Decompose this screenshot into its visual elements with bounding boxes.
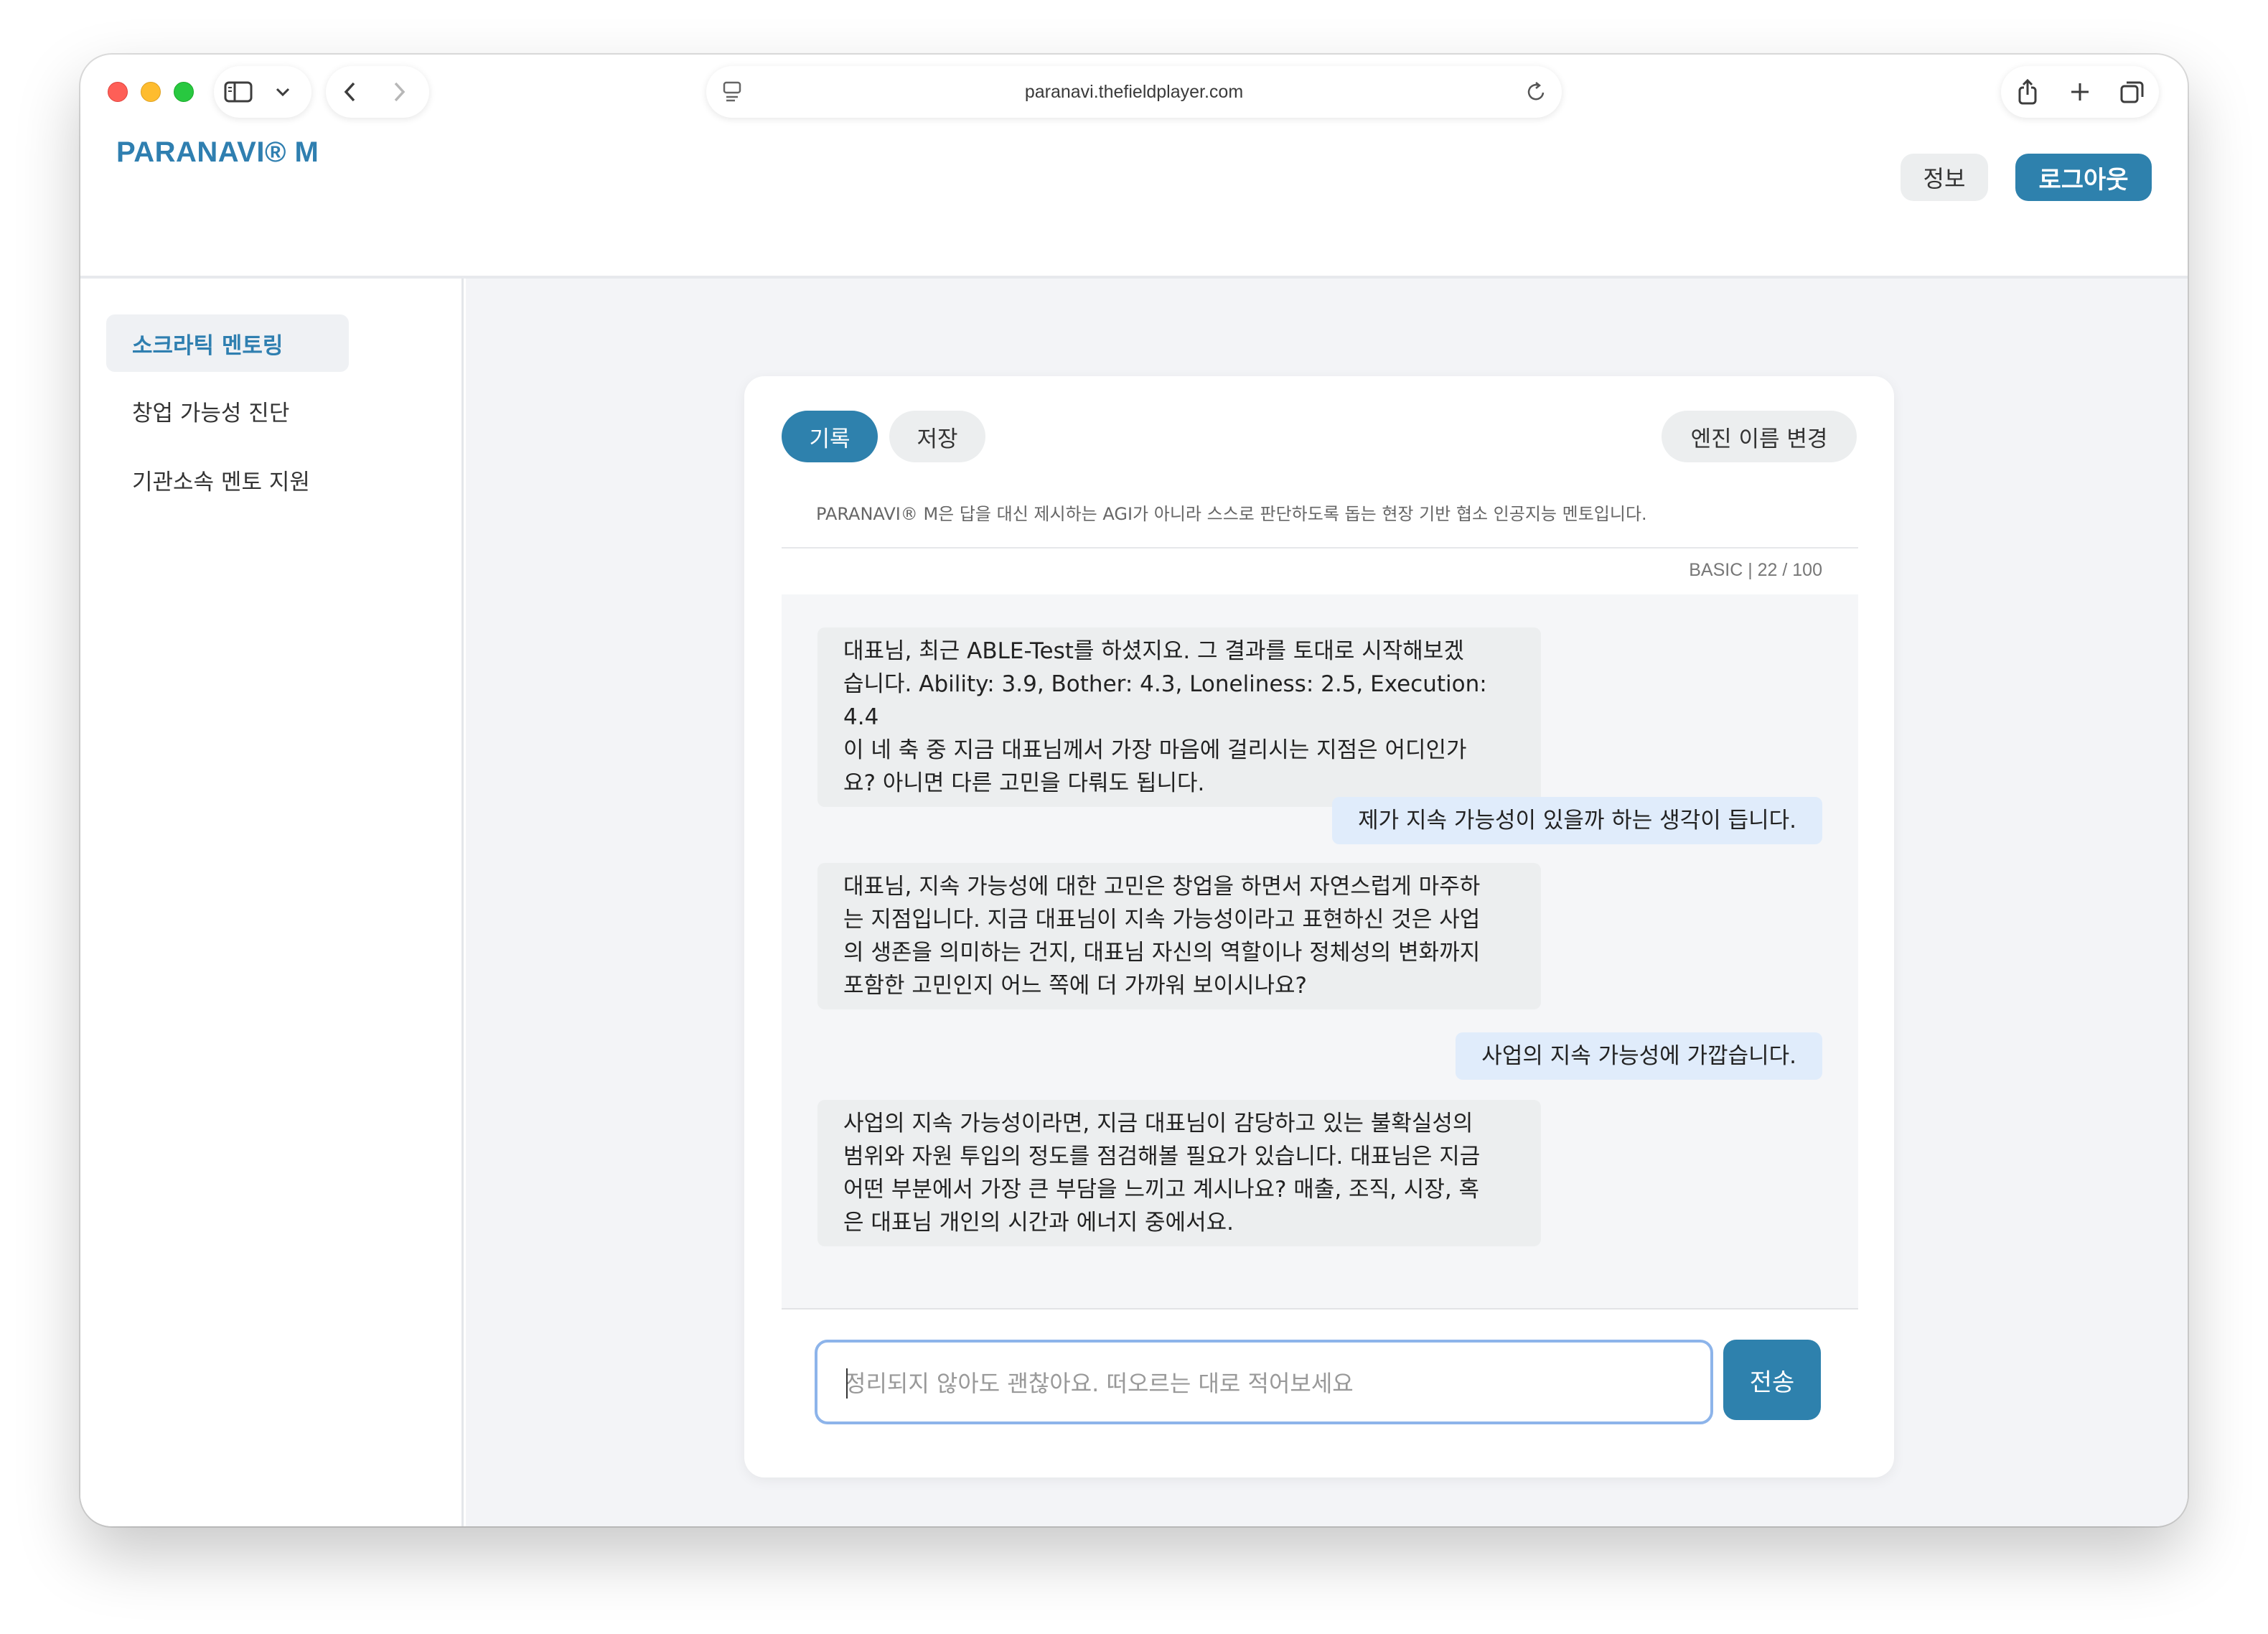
forward-arrow-icon[interactable] — [375, 66, 423, 118]
share-icon[interactable] — [2001, 66, 2054, 118]
history-nav-group — [326, 66, 429, 118]
sidebar-item-socratic-mentoring[interactable]: 소크라틱 멘토링 — [106, 314, 349, 372]
reload-icon[interactable] — [1526, 80, 1547, 106]
tab-overview-icon[interactable] — [2106, 66, 2159, 118]
message-input-placeholder: 정리되지 않아도 괜찮아요. 떠오르는 대로 적어보세요 — [845, 1370, 1354, 1397]
app-header — [80, 126, 2188, 279]
sidebar: 소크라틱 멘토링 창업 가능성 진단 기관소속 멘토 지원 — [80, 279, 464, 1526]
bot-message: 대표님, 지속 가능성에 대한 고민은 창업을 하면서 자연스럽게 마주하 는 … — [817, 863, 1541, 1009]
url-text: paranavi.thefieldplayer.com — [1024, 82, 1244, 102]
info-button[interactable]: 정보 — [1901, 154, 1988, 201]
sidebar-item-label: 창업 가능성 진단 — [132, 400, 290, 426]
bot-message: 대표님, 최근 ABLE-Test를 하셨지요. 그 결과를 토대로 시작해보겠… — [817, 627, 1541, 807]
sidebar-toggle-group — [214, 66, 311, 118]
brand-logo[interactable]: PARANAVI® M — [116, 136, 319, 169]
send-button[interactable]: 전송 — [1723, 1340, 1821, 1420]
sidebar-toggle-icon[interactable] — [214, 66, 263, 118]
back-arrow-icon[interactable] — [326, 66, 375, 118]
chevron-down-icon[interactable] — [263, 66, 303, 118]
sidebar-item-label: 기관소속 멘토 지원 — [132, 469, 310, 495]
browser-toolbar: paranavi.thefieldplayer.com — [80, 55, 2188, 126]
rename-engine-button[interactable]: 엔진 이름 변경 — [1662, 411, 1857, 462]
message-input[interactable]: 정리되지 않아도 괜찮아요. 떠오르는 대로 적어보세요 — [815, 1340, 1713, 1424]
new-tab-icon[interactable] — [2054, 66, 2106, 118]
mentoring-card: 기록 저장 엔진 이름 변경 PARANAVI® M은 답을 대신 제시하는 A… — [744, 376, 1894, 1477]
chat-log[interactable]: 대표님, 최근 ABLE-Test를 하셨지요. 그 결과를 토대로 시작해보겠… — [782, 594, 1858, 1309]
tab-record[interactable]: 기록 — [782, 411, 878, 462]
minimize-window-button[interactable] — [141, 82, 161, 102]
text-caret — [846, 1368, 848, 1399]
close-window-button[interactable] — [108, 82, 128, 102]
sidebar-item-institution-mentor[interactable]: 기관소속 멘토 지원 — [106, 451, 349, 508]
usage-quota: BASIC | 22 / 100 — [1689, 560, 1822, 580]
address-bar[interactable]: paranavi.thefieldplayer.com — [706, 66, 1562, 118]
tab-save[interactable]: 저장 — [889, 411, 985, 462]
sidebar-item-label: 소크라틱 멘토링 — [132, 332, 284, 359]
main-content: 기록 저장 엔진 이름 변경 PARANAVI® M은 답을 대신 제시하는 A… — [466, 279, 2188, 1526]
user-message: 제가 지속 가능성이 있을까 하는 생각이 듭니다. — [1332, 797, 1822, 844]
zoom-window-button[interactable] — [174, 82, 194, 102]
window-actions-group — [2001, 66, 2159, 118]
logout-button[interactable]: 로그아웃 — [2015, 154, 2152, 201]
divider — [782, 547, 1858, 548]
browser-window: paranavi.thefieldplayer.com PARANAVI® M … — [80, 55, 2188, 1526]
sidebar-item-startup-diagnosis[interactable]: 창업 가능성 진단 — [106, 382, 349, 439]
user-message: 사업의 지속 가능성에 가깝습니다. — [1456, 1032, 1822, 1080]
bot-message: 사업의 지속 가능성이라면, 지금 대표님이 감당하고 있는 불확실성의 범위와… — [817, 1100, 1541, 1246]
engine-description: PARANAVI® M은 답을 대신 제시하는 AGI가 아니라 스스로 판단하… — [816, 504, 1647, 524]
